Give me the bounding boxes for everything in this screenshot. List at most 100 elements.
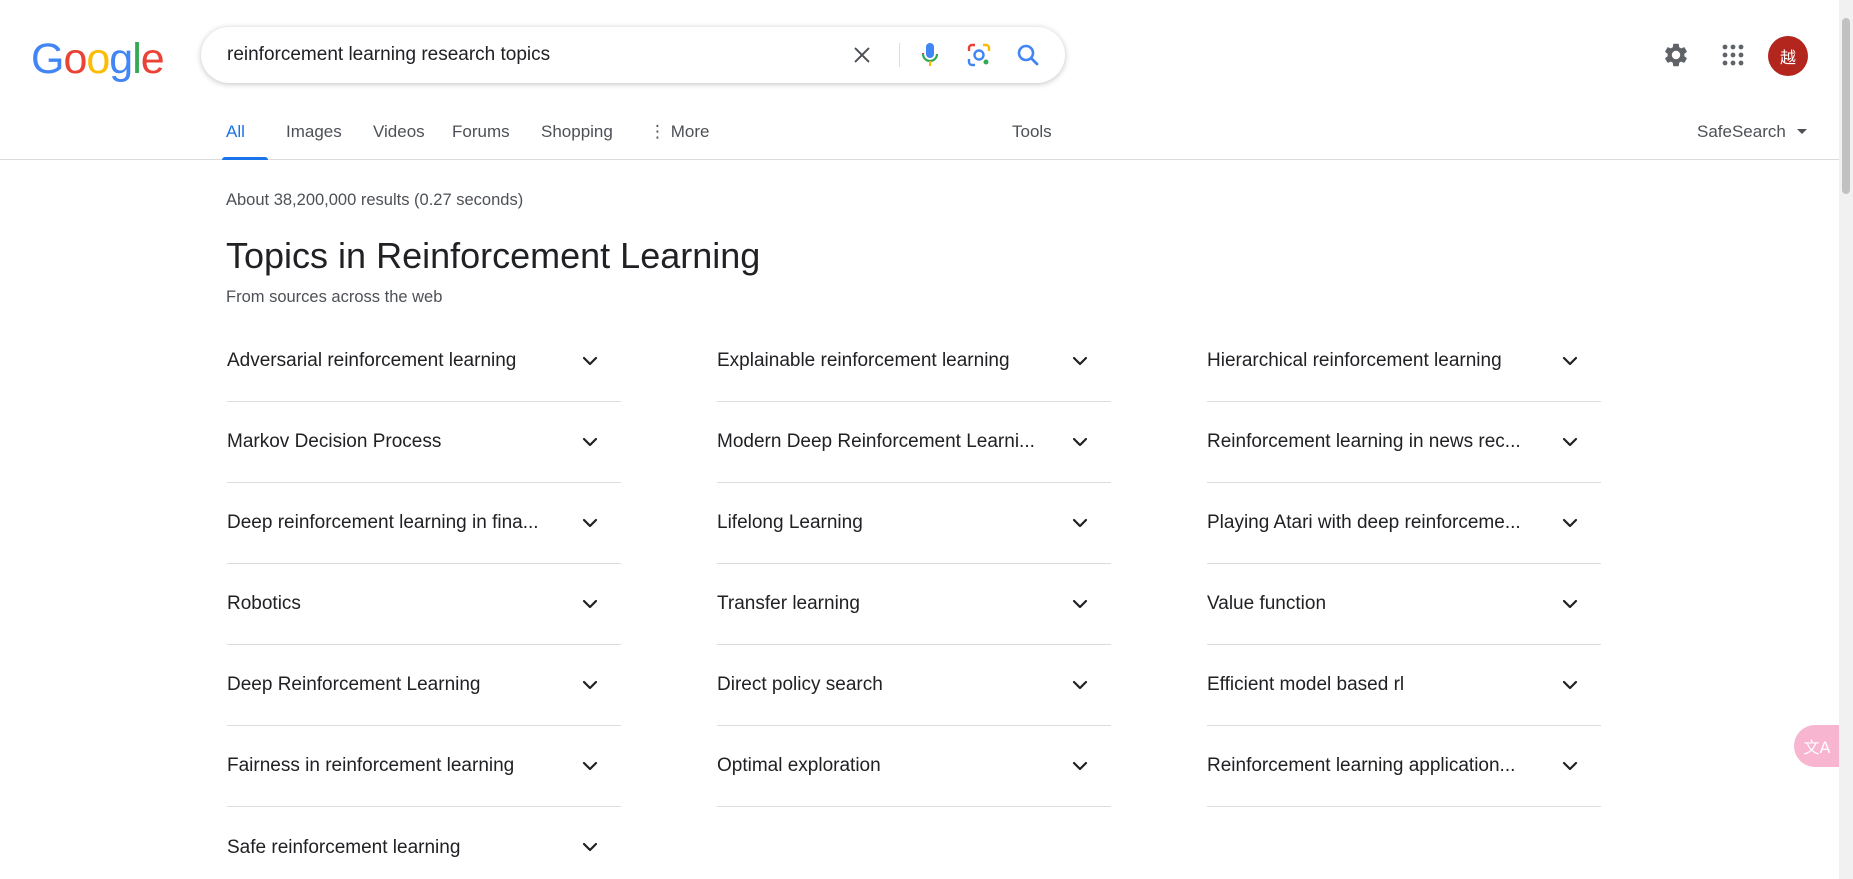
google-logo[interactable]: Google — [31, 35, 165, 84]
topic-label: Safe reinforcement learning — [227, 836, 461, 858]
logo-letter: l — [132, 35, 142, 83]
section-title: Topics in Reinforcement Learning — [226, 235, 761, 276]
topic-label: Explainable reinforcement learning — [717, 350, 1010, 371]
topic-item[interactable]: Markov Decision Process — [227, 402, 621, 483]
result-stats: About 38,200,000 results (0.27 seconds) — [226, 191, 524, 209]
topic-item[interactable]: Lifelong Learning — [717, 483, 1111, 564]
topic-label: Lifelong Learning — [717, 512, 863, 533]
topic-label: Direct policy search — [717, 674, 883, 695]
search-icon[interactable] — [1012, 39, 1044, 71]
topic-label: Fairness in reinforcement learning — [227, 755, 515, 776]
topic-label: Reinforcement learning in news rec... — [1207, 431, 1521, 452]
chevron-down-icon[interactable] — [1559, 431, 1581, 453]
topic-label: Hierarchical reinforcement learning — [1207, 350, 1502, 371]
chevron-down-icon[interactable] — [1069, 512, 1091, 534]
topic-label: Value function — [1207, 593, 1327, 614]
topic-item[interactable]: Robotics — [227, 564, 621, 645]
topics-column: Explainable reinforcement learning Modern… — [717, 321, 1111, 807]
topic-item[interactable]: Optimal exploration — [717, 726, 1111, 807]
chevron-down-icon[interactable] — [579, 755, 601, 777]
chevron-down-icon[interactable] — [579, 431, 601, 453]
chevron-down-icon[interactable] — [1559, 755, 1581, 777]
logo-letter: e — [140, 35, 165, 83]
chevron-down-icon[interactable] — [1559, 350, 1581, 372]
topic-item[interactable]: Transfer learning — [717, 564, 1111, 645]
search-divider — [899, 43, 900, 67]
scrollbar[interactable] — [1839, 0, 1853, 879]
topic-item[interactable]: Reinforcement learning application... — [1207, 726, 1601, 807]
topic-item[interactable]: Hierarchical reinforcement learning — [1207, 321, 1601, 402]
topic-item[interactable]: Deep reinforcement learning in fina... — [227, 483, 621, 564]
topic-label: Markov Decision Process — [227, 431, 442, 452]
chevron-down-icon[interactable] — [1559, 674, 1581, 696]
chevron-down-icon[interactable] — [579, 674, 601, 696]
tab-label: Images — [286, 122, 342, 141]
search-input[interactable] — [227, 27, 827, 83]
tab-forums[interactable]: Forums — [452, 122, 510, 142]
topics-column: Hierarchical reinforcement learning Reinf… — [1207, 321, 1601, 807]
tab-label: All — [226, 122, 245, 141]
tab-more[interactable]: ⋮ More — [649, 122, 709, 142]
topics-column: Adversarial reinforcement learning Markov… — [227, 321, 621, 879]
tab-images[interactable]: Images — [286, 122, 342, 142]
logo-letter: o — [86, 35, 110, 83]
microphone-icon[interactable] — [914, 39, 946, 71]
clear-icon[interactable] — [846, 39, 878, 71]
topic-item[interactable]: Direct policy search — [717, 645, 1111, 726]
topic-item[interactable]: Explainable reinforcement learning — [717, 321, 1111, 402]
safesearch-button[interactable]: SafeSearch — [1697, 122, 1808, 142]
topic-label: Reinforcement learning application... — [1207, 755, 1516, 776]
topic-label: Deep reinforcement learning in fina... — [227, 512, 539, 533]
caret-down-icon — [1796, 129, 1807, 134]
scroll-thumb[interactable] — [1842, 18, 1850, 194]
tab-label: Forums — [452, 122, 510, 141]
topic-label: Robotics — [227, 593, 301, 614]
tab-shopping[interactable]: Shopping — [541, 122, 613, 142]
active-tab-indicator — [222, 157, 268, 160]
topic-label: Optimal exploration — [717, 755, 881, 776]
chevron-down-icon[interactable] — [1069, 593, 1091, 615]
topic-item[interactable]: Safe reinforcement learning — [227, 807, 621, 879]
chevron-down-icon[interactable] — [579, 593, 601, 615]
chevron-down-icon[interactable] — [1069, 755, 1091, 777]
tab-videos[interactable]: Videos — [373, 122, 425, 142]
topic-label: Transfer learning — [717, 593, 860, 614]
chevron-down-icon[interactable] — [579, 836, 601, 858]
header: Google reinforcement learning research t… — [0, 0, 1853, 160]
topic-item[interactable]: Efficient model based rl — [1207, 645, 1601, 726]
topic-label: Efficient model based rl — [1207, 674, 1405, 695]
topic-label: Modern Deep Reinforcement Learni... — [717, 431, 1035, 452]
topic-item[interactable]: Adversarial reinforcement learning — [227, 321, 621, 402]
section-subtitle: From sources across the web — [226, 288, 443, 306]
tab-all[interactable]: All — [226, 122, 245, 142]
topic-item[interactable]: Value function — [1207, 564, 1601, 645]
topic-label: Adversarial reinforcement learning — [227, 350, 517, 371]
apps-grid-icon[interactable] — [1716, 38, 1750, 72]
more-vert-icon: ⋮ — [649, 122, 671, 141]
tools-button[interactable]: Tools — [1012, 122, 1052, 142]
chevron-down-icon[interactable] — [1559, 593, 1581, 615]
chevron-down-icon[interactable] — [1069, 674, 1091, 696]
topic-item[interactable]: Playing Atari with deep reinforceme... — [1207, 483, 1601, 564]
tab-label: Videos — [373, 122, 425, 141]
chevron-down-icon[interactable] — [1069, 350, 1091, 372]
gear-icon[interactable] — [1659, 38, 1693, 72]
chevron-down-icon[interactable] — [579, 350, 601, 372]
logo-letter: G — [31, 35, 64, 83]
topic-item[interactable]: Fairness in reinforcement learning — [227, 726, 621, 807]
topic-item[interactable]: Reinforcement learning in news rec... — [1207, 402, 1601, 483]
topic-item[interactable]: Deep Reinforcement Learning — [227, 645, 621, 726]
tab-label: More — [670, 122, 710, 141]
tab-label: Shopping — [541, 122, 613, 141]
translate-icon[interactable]: 文A — [1794, 725, 1840, 767]
avatar[interactable]: 越 — [1768, 36, 1808, 76]
topic-item[interactable]: Modern Deep Reinforcement Learni... — [717, 402, 1111, 483]
search-box — [201, 27, 1065, 83]
logo-letter: o — [63, 35, 87, 83]
chevron-down-icon[interactable] — [1069, 431, 1091, 453]
chevron-down-icon[interactable] — [1559, 512, 1581, 534]
lens-icon[interactable] — [963, 39, 995, 71]
logo-letter: g — [109, 35, 133, 83]
safesearch-label: SafeSearch — [1697, 122, 1786, 141]
chevron-down-icon[interactable] — [579, 512, 601, 534]
